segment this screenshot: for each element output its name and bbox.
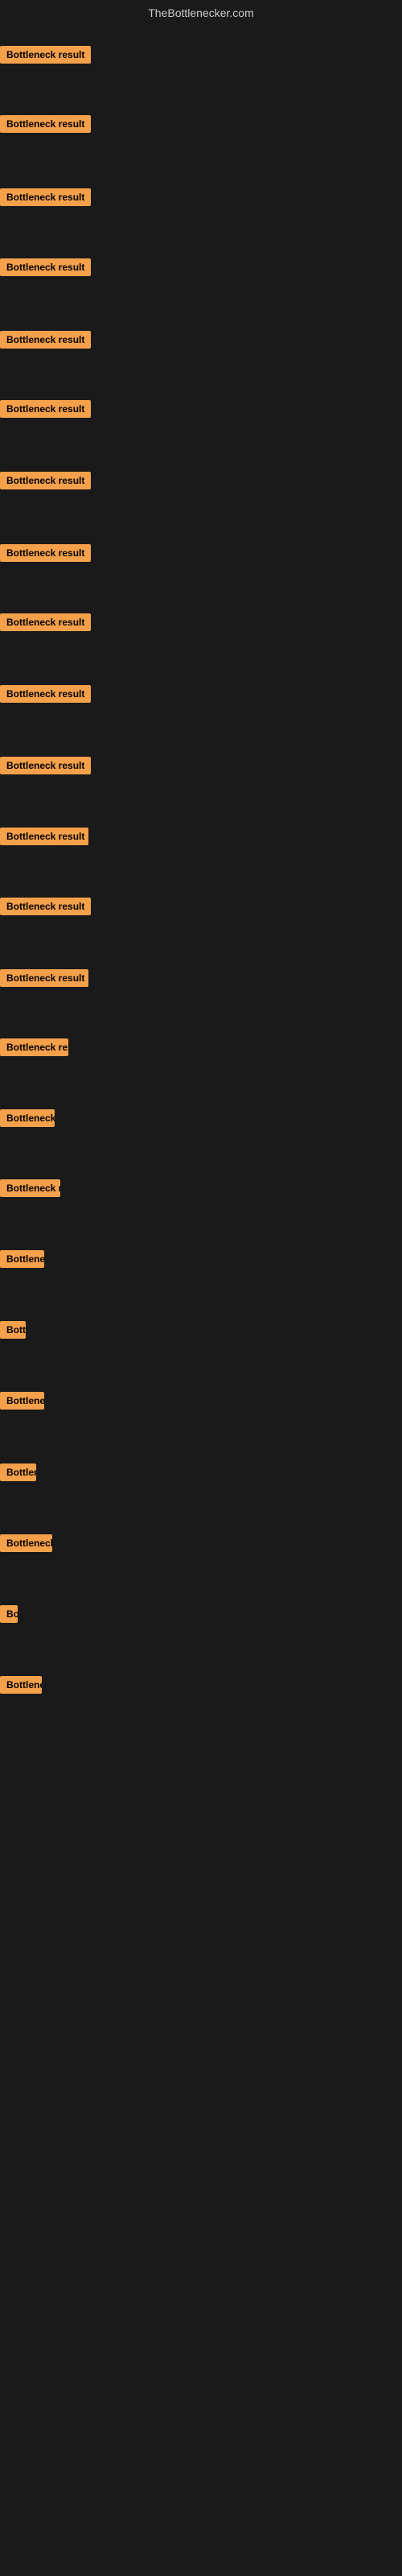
badge-label: Bottleneck result xyxy=(0,1463,36,1481)
bottleneck-badge: Bottleneck result xyxy=(0,685,91,707)
bottleneck-badge: Bottleneck result xyxy=(0,188,91,210)
badge-label: Bottleneck result xyxy=(0,1038,68,1056)
bottleneck-badge: Bottleneck result xyxy=(0,1179,60,1201)
badge-label: Bottleneck result xyxy=(0,46,91,64)
bottleneck-badge: Bottleneck result xyxy=(0,828,88,849)
badge-label: Bottleneck result xyxy=(0,188,91,206)
badge-label: Bottleneck result xyxy=(0,115,91,133)
bottleneck-badge: Bottleneck result xyxy=(0,115,91,137)
bottleneck-badge: Bottleneck result xyxy=(0,400,91,422)
bottleneck-badge: Bottleneck result xyxy=(0,1392,44,1414)
badge-label: Bottleneck result xyxy=(0,969,88,987)
badge-label: Bottleneck result xyxy=(0,544,91,562)
bottleneck-badge: Bottleneck result xyxy=(0,472,91,493)
bottleneck-badge: Bottleneck result xyxy=(0,46,91,68)
badge-label: Bottleneck result xyxy=(0,757,91,774)
bottleneck-badge: Bottleneck result xyxy=(0,331,91,353)
bottleneck-badge: Bottleneck result xyxy=(0,969,88,991)
bottleneck-badge: Bottleneck result xyxy=(0,544,91,566)
badge-label: Bottleneck result xyxy=(0,1321,26,1339)
badge-label: Bottleneck result xyxy=(0,828,88,845)
badge-label: Bottleneck result xyxy=(0,1250,44,1268)
bottleneck-badge: Bottleneck result xyxy=(0,613,91,635)
bottleneck-badge: Bottleneck result xyxy=(0,1605,18,1627)
bottleneck-badge: Bottleneck result xyxy=(0,1038,68,1060)
badge-label: Bottleneck result xyxy=(0,1676,42,1694)
site-title: TheBottlenecker.com xyxy=(0,0,402,23)
badge-label: Bottleneck result xyxy=(0,1605,18,1623)
badge-label: Bottleneck result xyxy=(0,1534,52,1552)
badge-label: Bottleneck result xyxy=(0,1109,55,1127)
badge-label: Bottleneck result xyxy=(0,331,91,349)
badge-label: Bottleneck result xyxy=(0,613,91,631)
bottleneck-badge: Bottleneck result xyxy=(0,757,91,778)
bottleneck-badge: Bottleneck result xyxy=(0,1676,42,1698)
badge-label: Bottleneck result xyxy=(0,1179,60,1197)
bottleneck-badge: Bottleneck result xyxy=(0,898,91,919)
badge-label: Bottleneck result xyxy=(0,258,91,276)
badge-label: Bottleneck result xyxy=(0,400,91,418)
badge-label: Bottleneck result xyxy=(0,898,91,915)
bottleneck-badge: Bottleneck result xyxy=(0,1250,44,1272)
bottleneck-badge: Bottleneck result xyxy=(0,1534,52,1556)
badge-label: Bottleneck result xyxy=(0,472,91,489)
badge-label: Bottleneck result xyxy=(0,685,91,703)
bottleneck-badge: Bottleneck result xyxy=(0,258,91,280)
bottleneck-badge: Bottleneck result xyxy=(0,1463,36,1485)
badge-label: Bottleneck result xyxy=(0,1392,44,1410)
bottleneck-badge: Bottleneck result xyxy=(0,1109,55,1131)
bottleneck-badge: Bottleneck result xyxy=(0,1321,26,1343)
